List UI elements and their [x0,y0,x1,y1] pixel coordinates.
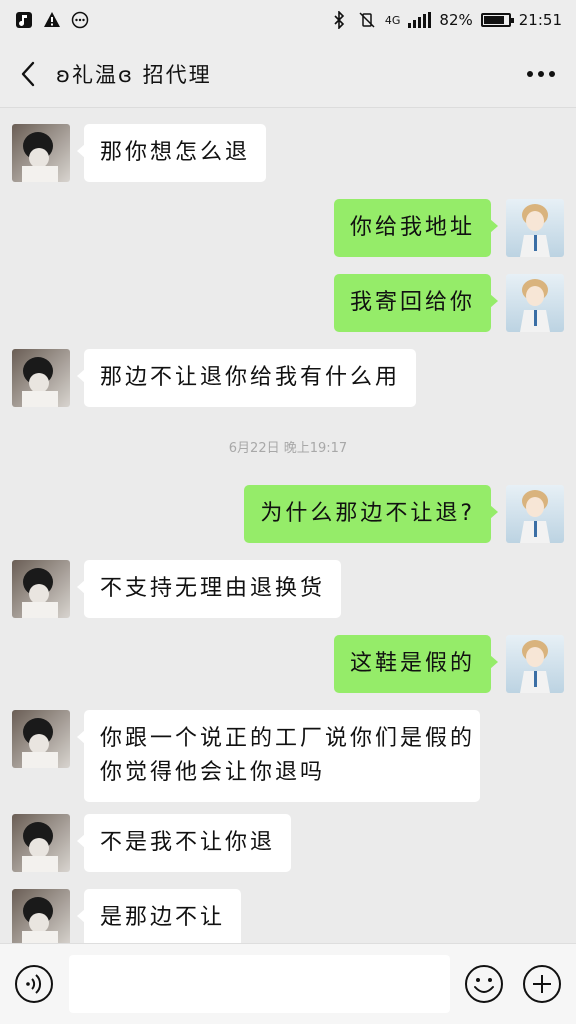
back-button[interactable] [0,40,56,108]
contact-avatar[interactable] [12,814,70,872]
message-bubble-incoming[interactable]: 那边不让退你给我有什么用 [76,349,417,407]
more-notifications-icon [70,10,90,30]
vibrate-off-icon [357,10,377,30]
message-bubble-incoming[interactable]: 不是我不让你退 [76,814,292,872]
input-bar [0,943,576,1024]
voice-input-button[interactable] [14,964,54,1004]
contact-avatar[interactable] [12,560,70,618]
message-row: 是那边不让 [0,889,576,943]
contact-avatar[interactable] [12,710,70,768]
voice-icon [15,965,53,1003]
battery-icon [480,13,514,27]
more-options-button[interactable] [506,40,576,108]
message-row: 这鞋是假的 [0,635,576,695]
smiley-icon [465,965,503,1003]
message-row: 不是我不让你退 [0,814,576,874]
status-right: 4G 82% 21:51 [329,10,562,30]
music-app-icon [14,10,34,30]
message-timestamp: 6月22日 晚上19:17 [228,441,348,456]
contact-avatar[interactable] [12,349,70,407]
my-avatar[interactable] [506,635,564,693]
my-avatar[interactable] [506,485,564,543]
warning-icon [42,10,62,30]
message-line: 你跟一个说正的工厂说你们是假的 [100,726,476,751]
status-bar: 4G 82% 21:51 [0,0,576,40]
my-avatar[interactable] [506,199,564,257]
chevron-left-icon [21,61,35,86]
message-row: 不支持无理由退换货 [0,560,576,620]
message-bubble-incoming[interactable]: 是那边不让 [76,889,242,943]
more-functions-button[interactable] [522,964,562,1004]
message-bubble-outgoing[interactable]: 你给我地址 [333,199,499,257]
message-row: 那你想怎么退 [0,124,576,184]
message-bubble-incoming[interactable]: 不支持无理由退换货 [76,560,342,618]
battery-percent: 82% [439,11,473,29]
plus-icon [523,965,561,1003]
message-input[interactable] [69,955,450,1013]
message-bubble-outgoing[interactable]: 我寄回给你 [333,274,499,332]
message-bubble-outgoing[interactable]: 这鞋是假的 [333,635,499,693]
network-type: 4G [384,13,401,27]
clock: 21:51 [518,11,562,29]
message-row: 我寄回给你 [0,274,576,334]
message-row: 为什么那边不让退? [0,485,576,545]
message-row: 那边不让退你给我有什么用 [0,349,576,409]
contact-avatar[interactable] [12,889,70,943]
message-bubble-outgoing[interactable]: 为什么那边不让退? [244,485,498,543]
message-bubble-incoming[interactable]: 那你想怎么退 [76,124,267,182]
message-line: 你觉得他会让你退吗 [100,760,326,785]
chat-header: ʚ礼温ɞ 招代理 [0,40,576,108]
chat-title: ʚ礼温ɞ 招代理 [56,62,212,87]
message-row: 你跟一个说正的工厂说你们是假的 你觉得他会让你退吗 [0,710,576,802]
bluetooth-icon [329,10,349,30]
message-row: 你给我地址 [0,199,576,259]
emoji-button[interactable] [464,964,504,1004]
message-bubble-incoming[interactable]: 你跟一个说正的工厂说你们是假的 你觉得他会让你退吗 [77,710,480,802]
more-dots-icon [527,70,555,77]
chat-message-list[interactable]: 那你想怎么退 你给我地址 我寄回给你 那边不让退你给我有什么用 6月22日 晚上… [0,108,576,943]
my-avatar[interactable] [506,274,564,332]
signal-icon [408,12,432,28]
contact-avatar[interactable] [12,124,70,182]
status-left [14,10,90,30]
